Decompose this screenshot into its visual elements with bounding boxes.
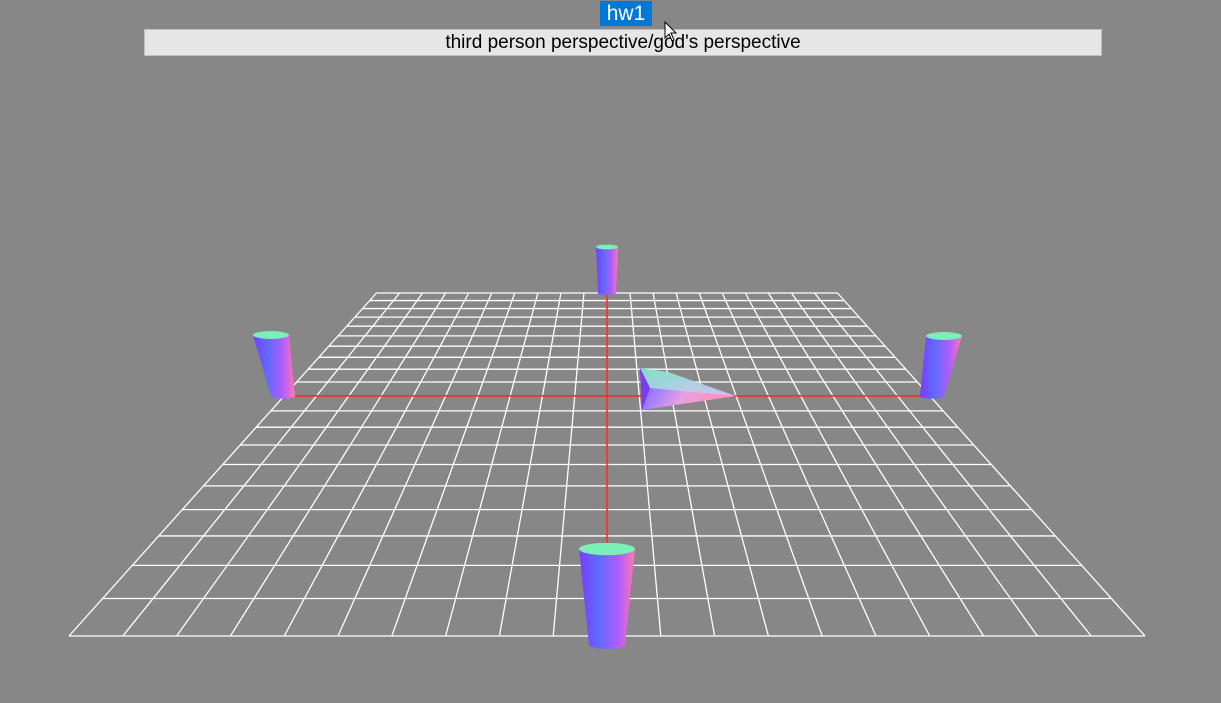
cylinder-right-cap [926,332,962,340]
cylinder-back [596,244,618,295]
mouse-cursor-icon [664,21,678,42]
cylinder-right-body [920,336,962,399]
cylinder-front-cap [579,542,635,556]
cylinder-left-cap [253,331,289,339]
cylinder-front [579,542,635,649]
cone-player [640,368,736,410]
cylinder-right [920,332,962,399]
cylinder-left [253,331,295,399]
cylinder-front-body [579,549,635,649]
cylinder-back-cap [596,244,618,250]
cylinder-back-body [596,247,618,295]
scene-viewport[interactable] [0,0,1221,703]
cylinder-left-body [253,335,295,399]
